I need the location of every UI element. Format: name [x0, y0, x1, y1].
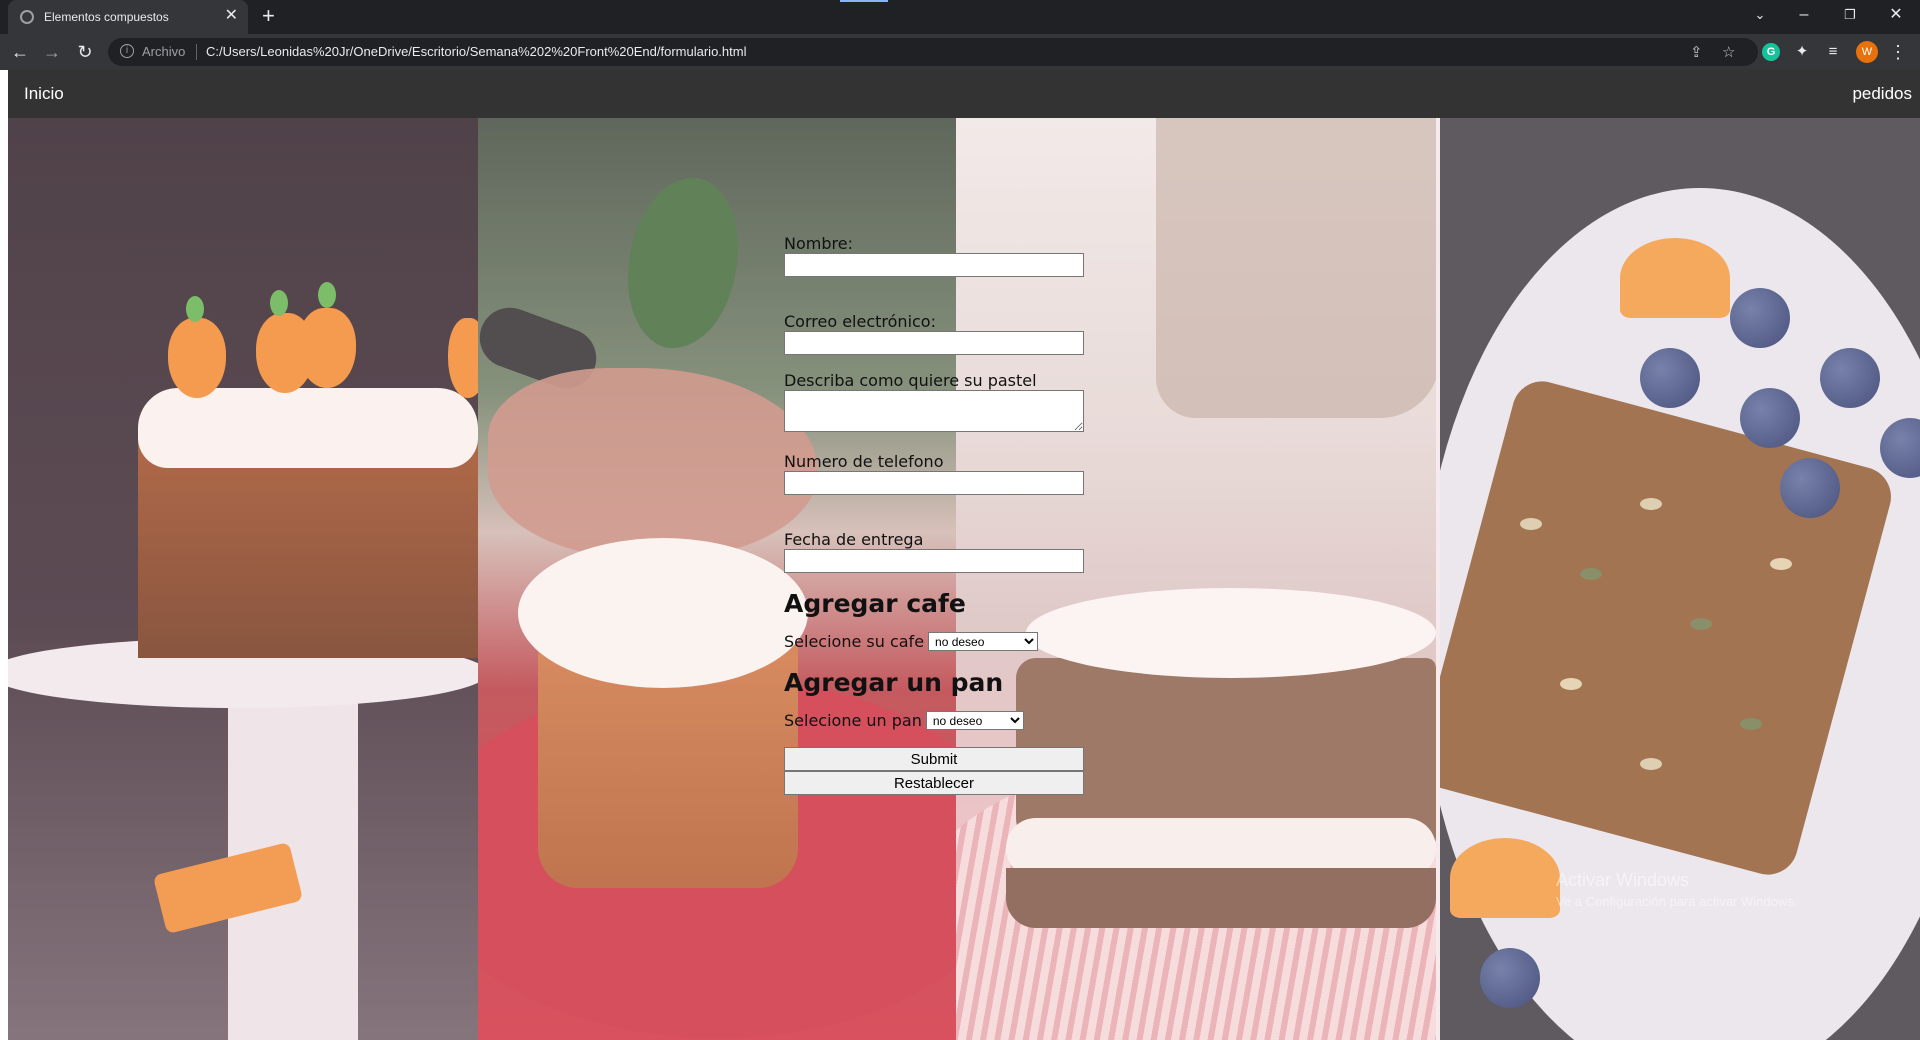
coffee-select[interactable]: no deseo — [928, 632, 1039, 651]
name-label: Nombre: — [784, 234, 853, 253]
extensions-icon[interactable]: ✦ — [1792, 42, 1812, 62]
background-gallery: Activar Windows Ve a Configuración para … — [8, 118, 1920, 1040]
activation-watermark-subtitle: Ve a Configuración para activar Windows. — [1556, 894, 1798, 909]
cake-description-field[interactable] — [784, 390, 1084, 432]
address-bar[interactable]: i Archivo C:/Users/Leonidas%20Jr/OneDriv… — [108, 38, 1758, 66]
tab-indicator — [840, 0, 888, 2]
activation-watermark-title: Activar Windows — [1556, 870, 1690, 890]
forward-icon[interactable]: → — [42, 42, 62, 62]
scheme-label: Archivo — [142, 44, 186, 59]
new-tab-icon[interactable]: + — [262, 5, 275, 27]
phone-field[interactable] — [784, 471, 1084, 495]
share-icon[interactable]: ⇪ — [1690, 43, 1703, 61]
tab-title: Elementos compuestos — [44, 10, 169, 24]
info-icon[interactable]: i — [120, 44, 134, 58]
submit-button[interactable]: Submit — [784, 747, 1084, 771]
tab-search-icon[interactable]: ⌄ — [1748, 4, 1772, 26]
bread-select[interactable]: no deseo — [925, 711, 1024, 730]
page-viewport: Inicio pedidos Activar Windows Ve a Conf… — [0, 70, 1920, 1040]
nav-link-inicio[interactable]: Inicio — [24, 84, 64, 104]
menu-icon[interactable]: ⋮ — [1888, 42, 1908, 62]
cake-description-label: Describa como quiere su pastel — [784, 371, 1037, 390]
browser-toolbar: ← → ↻ i Archivo C:/Users/Leonidas%20Jr/O… — [0, 34, 1920, 70]
close-window-icon[interactable]: ✕ — [1884, 4, 1908, 26]
carrot-cake-image — [8, 118, 478, 1040]
reload-icon[interactable]: ↻ — [75, 42, 95, 62]
reset-button[interactable]: Restablecer — [784, 771, 1084, 795]
name-field[interactable] — [784, 253, 1084, 277]
minimize-icon[interactable]: – — [1792, 4, 1816, 26]
delivery-date-label: Fecha de entrega — [784, 530, 924, 549]
tab-close-icon[interactable]: ✕ — [225, 7, 238, 25]
profile-avatar[interactable]: W — [1856, 41, 1878, 63]
email-field[interactable] — [784, 331, 1084, 355]
back-icon[interactable]: ← — [10, 42, 30, 62]
coffee-label: Selecione su cafe — [784, 632, 925, 651]
grammarly-extension-icon[interactable]: G — [1762, 43, 1780, 61]
email-label: Correo electrónico: — [784, 312, 936, 331]
tab-strip: Elementos compuestos ✕ + ⌄ – ❐ ✕ — [0, 0, 1920, 34]
granola-bar-image: Activar Windows Ve a Configuración para … — [1440, 118, 1920, 1040]
coffee-heading: Agregar cafe — [784, 589, 966, 618]
bread-label: Selecione un pan — [784, 711, 922, 730]
order-form: Nombre: Correo electrónico: Describa com… — [784, 234, 1084, 795]
navbar: Inicio pedidos — [8, 70, 1920, 118]
nav-link-pedidos[interactable]: pedidos — [1852, 84, 1912, 104]
reading-list-icon[interactable]: ≡ — [1823, 42, 1843, 62]
restore-icon[interactable]: ❐ — [1838, 4, 1862, 26]
bread-heading: Agregar un pan — [784, 668, 1004, 697]
omnibox-divider — [196, 44, 197, 60]
phone-label: Numero de telefono — [784, 452, 944, 471]
url-text[interactable]: C:/Users/Leonidas%20Jr/OneDrive/Escritor… — [206, 44, 746, 59]
delivery-date-field[interactable] — [784, 549, 1084, 573]
globe-icon — [20, 10, 34, 24]
browser-tab[interactable]: Elementos compuestos ✕ — [8, 0, 248, 34]
star-icon[interactable]: ☆ — [1722, 43, 1735, 61]
